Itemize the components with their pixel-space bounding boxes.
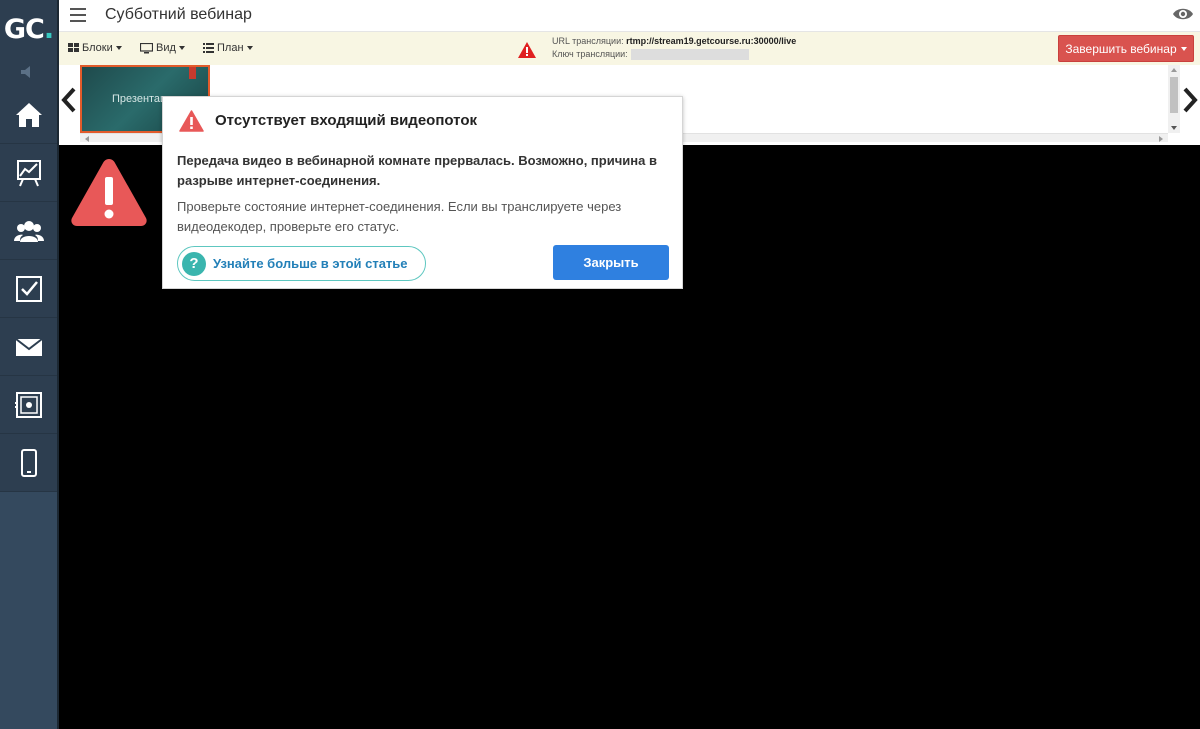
phone-icon [20, 449, 37, 477]
chart-icon [16, 160, 41, 187]
question-icon: ? [182, 251, 206, 276]
list-icon [203, 43, 214, 53]
sidebar-item-mobile[interactable] [0, 435, 57, 492]
toolbar: Блоки Вид План URL трансляции: rtmp://st… [59, 32, 1200, 65]
stream-info: URL трансляции: rtmp://stream19.getcours… [552, 35, 796, 61]
webinar-app: GC. Субботний вебинар Блоки Вид План URL… [0, 0, 1200, 729]
monitor-icon [140, 42, 153, 53]
warning-icon [517, 41, 537, 64]
sidebar-item-stats[interactable] [0, 145, 57, 202]
dialog-message: Передача видео в вебинарной комнате прер… [177, 153, 657, 188]
end-webinar-label: Завершить вебинар [1065, 41, 1177, 56]
learn-more-label: Узнайте больше в этой статье [213, 256, 408, 271]
close-button[interactable]: Закрыть [553, 245, 669, 280]
end-webinar-button[interactable]: Завершить вебинар [1058, 35, 1194, 62]
next-slide-icon[interactable] [1182, 87, 1198, 118]
mail-icon [14, 338, 43, 356]
slide-title: Презентац [112, 93, 167, 105]
view-dropdown[interactable]: Вид [140, 42, 185, 54]
hamburger-icon[interactable] [70, 8, 86, 22]
home-icon [15, 103, 42, 127]
dialog-hint: Проверьте состояние интернет-соединения.… [177, 199, 622, 234]
plan-dropdown[interactable]: План [203, 42, 253, 54]
sidebar-item-tasks[interactable] [0, 261, 57, 318]
sidebar: GC. [0, 0, 57, 729]
blocks-label: Блоки [82, 42, 113, 54]
safe-icon [14, 392, 42, 418]
warning-icon [179, 110, 204, 137]
eye-icon[interactable] [1172, 6, 1194, 27]
sidebar-item-users[interactable] [0, 203, 57, 260]
vertical-scrollbar[interactable] [1168, 65, 1180, 133]
no-stream-dialog: Отсутствует входящий видеопоток Передача… [162, 96, 683, 289]
users-icon [13, 221, 44, 242]
plan-label: План [217, 42, 244, 54]
header: Субботний вебинар [59, 0, 1200, 32]
key-label: Ключ трансляции: [552, 49, 628, 59]
dialog-title: Отсутствует входящий видеопоток [215, 112, 478, 129]
view-label: Вид [156, 42, 176, 54]
page-title: Субботний вебинар [105, 6, 252, 23]
grid-icon [68, 43, 79, 52]
speaker-icon[interactable] [0, 58, 57, 86]
url-label: URL трансляции: [552, 36, 624, 46]
checkbox-icon [15, 276, 42, 302]
sidebar-item-mail[interactable] [0, 319, 57, 376]
sidebar-item-home[interactable] [0, 87, 57, 144]
stream-key-masked[interactable] [630, 49, 749, 61]
sidebar-filler [0, 492, 57, 729]
logo[interactable]: GC. [0, 0, 57, 58]
blocks-dropdown[interactable]: Блоки [68, 42, 122, 54]
learn-more-button[interactable]: ? Узнайте больше в этой статье [177, 246, 426, 281]
prev-slide-icon[interactable] [61, 87, 77, 118]
sidebar-item-sales[interactable] [0, 377, 57, 434]
url-value[interactable]: rtmp://stream19.getcourse.ru:30000/live [626, 36, 796, 46]
big-warning-icon [69, 155, 149, 234]
logo-text: GC. [3, 13, 54, 45]
